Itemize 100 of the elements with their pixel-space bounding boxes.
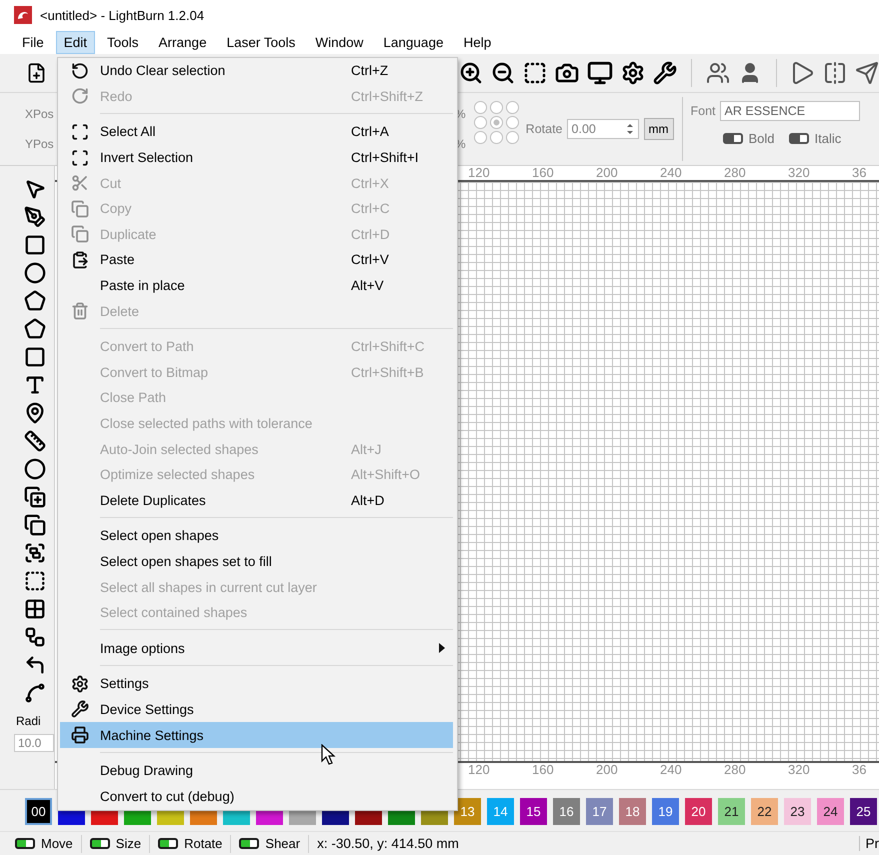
pin-icon[interactable] (24, 402, 46, 424)
menu-bar-item[interactable]: Window (307, 30, 372, 54)
toggle-switch[interactable] (158, 838, 178, 849)
rotate-field[interactable]: 0.00 (566, 119, 639, 139)
menu-bar-item[interactable]: Edit (56, 30, 96, 54)
toggle-label: Size (116, 836, 142, 851)
menu-item-label: Select contained shapes (100, 605, 248, 620)
menu-item[interactable]: Select open shapes (60, 523, 453, 549)
shortcut-text: Ctrl+X (351, 176, 390, 191)
menu-bar-item[interactable]: Tools (99, 30, 147, 54)
settings-icon[interactable] (621, 61, 645, 85)
menu-item[interactable]: Debug Drawing (60, 758, 453, 784)
menu-item-label: Select open shapes (100, 528, 220, 544)
color-swatch[interactable]: 22 (751, 798, 778, 825)
menu-bar-item[interactable]: Help (455, 30, 500, 54)
users-icon[interactable] (706, 61, 730, 85)
text-icon[interactable] (24, 374, 46, 396)
color-swatch[interactable]: 24 (817, 798, 844, 825)
radius-label: Radi (16, 714, 42, 728)
curve-icon[interactable] (24, 682, 46, 704)
menu-item-label: Machine Settings (100, 728, 205, 743)
copy-icon[interactable] (24, 514, 46, 536)
rectangle-icon[interactable] (24, 234, 46, 256)
color-swatch[interactable]: 25 (850, 798, 877, 825)
mirror-icon[interactable] (823, 61, 847, 85)
polygon-icon[interactable] (24, 290, 46, 312)
menu-item[interactable]: Undo Clear selection Ctrl+Z (60, 58, 453, 84)
menu-item[interactable]: Select All Ctrl+A (60, 119, 453, 145)
group-icon[interactable] (24, 542, 46, 564)
menu-bar-item[interactable]: Language (375, 30, 452, 54)
unit-button[interactable]: mm (644, 118, 674, 140)
dashed-square-icon (71, 122, 89, 141)
menu-item-label: Undo Clear selection (100, 63, 226, 78)
dashed-square-icon[interactable] (523, 61, 547, 85)
ruler-number: 36 (852, 166, 868, 180)
color-swatch[interactable]: 20 (685, 798, 712, 825)
menu-item-label: Settings (100, 676, 150, 692)
color-swatch[interactable]: 21 (718, 798, 745, 825)
copy-icon[interactable] (24, 486, 46, 508)
menu-bar-item[interactable]: Arrange (150, 30, 215, 54)
corner-icon[interactable] (24, 654, 46, 676)
menu-bar-item[interactable]: Laser Tools (218, 30, 304, 54)
send-icon[interactable] (855, 61, 879, 85)
toggle-switch[interactable] (788, 133, 809, 144)
triangle-icon[interactable] (791, 61, 815, 85)
menu-item-label: Convert to Path (100, 339, 195, 354)
color-swatch[interactable]: 15 (520, 798, 547, 825)
color-swatch[interactable]: 16 (553, 798, 580, 825)
color-swatch[interactable]: 19 (652, 798, 679, 825)
ellipse-icon[interactable] (24, 262, 46, 284)
menu-item[interactable]: Select open shapes set to fill (60, 548, 453, 574)
polygon-icon[interactable] (24, 318, 46, 340)
camera-icon[interactable] (555, 61, 579, 85)
menu-bar-item[interactable]: File (14, 30, 52, 54)
menu-item-label: Copy (100, 201, 133, 216)
radius-field[interactable]: 10.0 (14, 734, 54, 752)
ruler-icon[interactable] (24, 430, 46, 452)
menu-item[interactable]: Device Settings (60, 696, 453, 722)
menu-item[interactable]: Settings (60, 671, 453, 697)
ruler-number: 200 (596, 763, 619, 777)
menu-item[interactable]: Delete Duplicates Alt+D (60, 488, 453, 514)
zoom-in-icon[interactable] (459, 61, 483, 85)
menu-item[interactable]: Paste in place Alt+V (60, 272, 453, 298)
toggle-switch[interactable] (90, 838, 110, 849)
toggle-switch[interactable] (239, 838, 260, 849)
spinner-arrows-icon[interactable] (626, 122, 634, 136)
color-swatch[interactable]: 00 (25, 798, 52, 825)
toggle-label: Rotate (184, 836, 222, 851)
nodes-icon[interactable] (24, 626, 46, 648)
menu-item-label: Delete (100, 304, 140, 319)
menu-item-label: Auto-Join selected shapes (100, 442, 260, 457)
xpos-label: XPos (25, 107, 55, 121)
menu-item-label: Cut (100, 176, 122, 191)
grid-icon[interactable] (24, 598, 46, 620)
copy-icon (71, 200, 89, 218)
circle-icon[interactable] (24, 458, 46, 480)
menu-item-label: Close selected paths with tolerance (100, 416, 314, 432)
zoom-out-icon[interactable] (491, 61, 515, 85)
menu-item[interactable]: Invert Selection Ctrl+Shift+I (60, 144, 453, 170)
pointer-icon[interactable] (24, 178, 46, 200)
font-field[interactable]: AR ESSENCE (720, 101, 860, 121)
color-swatch[interactable]: 23 (784, 798, 811, 825)
scissors-icon (71, 174, 89, 192)
menu-item-label: Select All (100, 124, 157, 140)
ruler-number: 120 (468, 166, 491, 180)
new-file-icon[interactable] (26, 61, 47, 85)
dashed-square-icon[interactable] (24, 570, 46, 592)
menu-item[interactable]: Convert to cut (debug) (60, 783, 453, 810)
coordinates-text: x: -30.50, y: 414.50 mm (317, 836, 459, 851)
rectangle-icon[interactable] (24, 346, 46, 368)
pen-icon[interactable] (24, 206, 46, 228)
wrench-icon[interactable] (653, 61, 677, 85)
monitor-icon[interactable] (587, 60, 613, 86)
ruler-number: 36 (852, 763, 868, 777)
shortcut-text: Alt+D (351, 492, 386, 508)
menu-item[interactable]: Image options (60, 635, 453, 662)
menu-item[interactable]: Machine Settings (60, 722, 453, 748)
toggle-switch[interactable] (15, 838, 35, 849)
toggle-switch[interactable] (722, 133, 743, 144)
menu-item[interactable]: Paste Ctrl+V (60, 247, 453, 273)
